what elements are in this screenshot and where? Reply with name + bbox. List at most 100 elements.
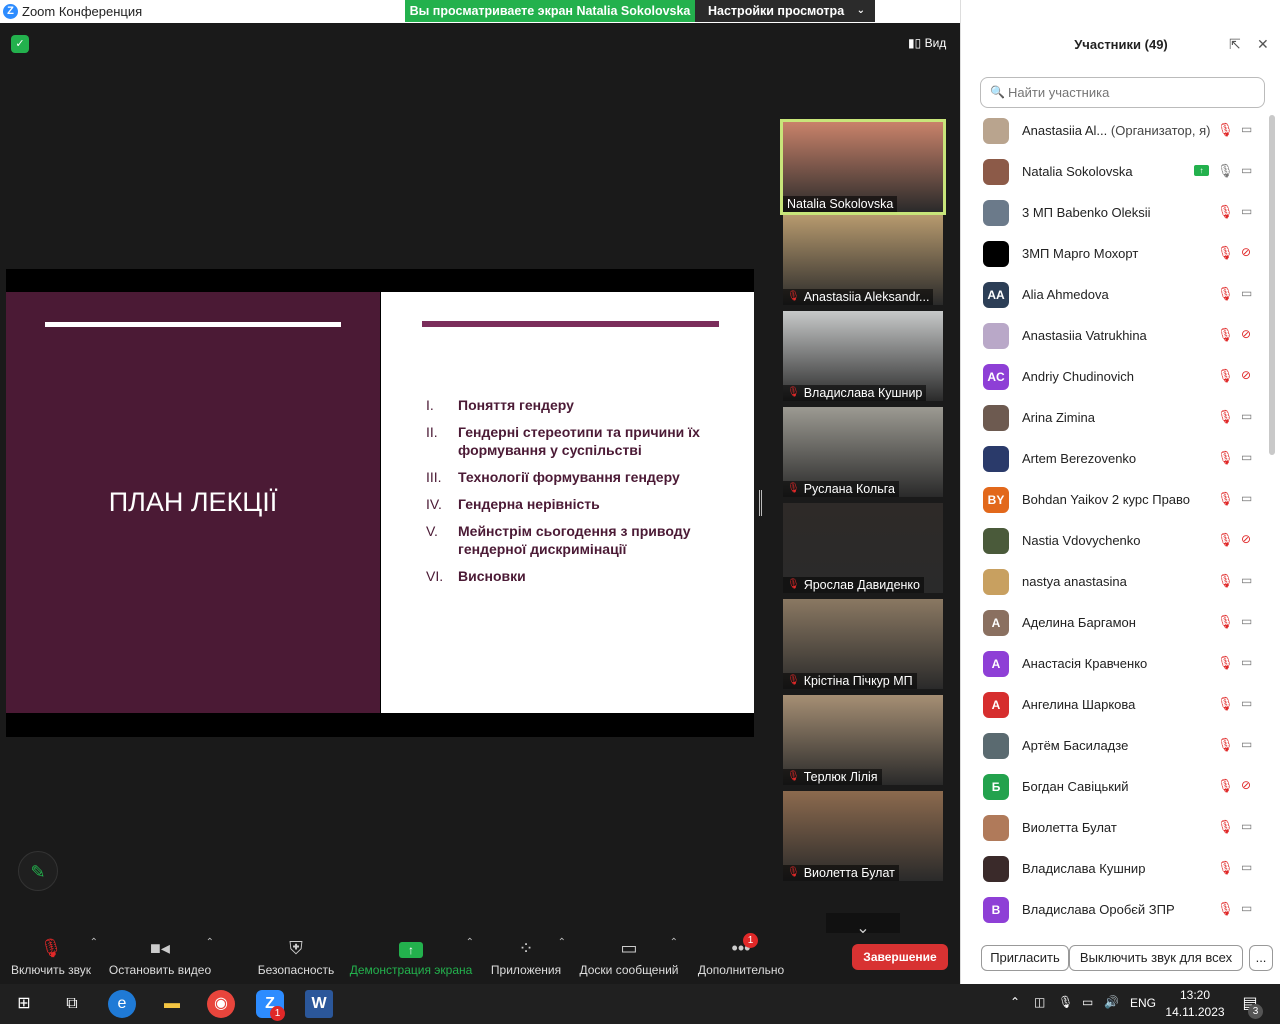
participant-row[interactable]: B Владислава Оробєй ЗПР 🎙 ▭ bbox=[961, 889, 1271, 930]
video-thumbnail[interactable]: 🎙 Владислава Кушнир bbox=[783, 311, 943, 401]
windows-start-icon[interactable]: ⊞ bbox=[10, 990, 38, 1018]
participant-row[interactable]: Anastasiia Al... (Организатор, я) 🎙 ▭ bbox=[961, 110, 1271, 151]
unmute-button[interactable]: 🎙 Включить звук ⌃ bbox=[8, 933, 98, 984]
show-hidden-icons-chevron-icon[interactable]: ⌃ bbox=[1010, 995, 1020, 1009]
video-thumbnail[interactable]: 🎙 Руслана Кольга bbox=[783, 407, 943, 497]
annotate-pencil-icon[interactable]: ✎ bbox=[18, 851, 58, 891]
video-off-icon[interactable]: ⊘ bbox=[1241, 532, 1251, 546]
popout-icon[interactable]: ⇱ bbox=[1229, 36, 1241, 53]
view-button[interactable]: ▮▯ Вид bbox=[908, 36, 946, 50]
chevron-up-icon[interactable]: ⌃ bbox=[90, 937, 98, 948]
video-camera-icon[interactable]: ▭ bbox=[1241, 614, 1252, 628]
video-thumbnail[interactable]: 🎙 Крістіна Пічкур МП bbox=[783, 599, 943, 689]
video-camera-icon[interactable]: ▭ bbox=[1241, 819, 1252, 833]
video-thumbnail[interactable]: 🎙 Терлюк Лілія bbox=[783, 695, 943, 785]
participant-row[interactable]: Anastasiia Vatrukhina 🎙 ⊘ bbox=[961, 315, 1271, 356]
participants-more-button[interactable]: ... bbox=[1249, 945, 1273, 971]
network-icon[interactable]: ▭ bbox=[1082, 995, 1093, 1009]
muted-mic-icon[interactable]: 🎙 bbox=[1217, 450, 1234, 466]
task-view-icon[interactable]: ⧉ bbox=[58, 990, 86, 1018]
video-camera-icon[interactable]: ▭ bbox=[1241, 450, 1252, 464]
muted-mic-icon[interactable]: 🎙 bbox=[1217, 286, 1234, 302]
muted-mic-icon[interactable]: 🎙 bbox=[1217, 778, 1234, 794]
participant-row[interactable]: Natalia Sokolovska ↑ 🎙 ▭ bbox=[961, 151, 1271, 192]
muted-mic-icon[interactable]: 🎙 bbox=[1217, 737, 1234, 753]
muted-mic-icon[interactable]: 🎙 bbox=[1217, 204, 1234, 220]
video-thumbnail[interactable]: 🎙 Виолетта Булат bbox=[783, 791, 943, 881]
apps-button[interactable]: ⁘ Приложения ⌃ bbox=[488, 933, 566, 984]
video-camera-icon[interactable]: ▭ bbox=[1241, 204, 1252, 218]
chrome-browser-icon[interactable]: ◉ bbox=[207, 990, 235, 1018]
view-settings-button[interactable]: Настройки просмотра ⌄ bbox=[695, 0, 875, 22]
chevron-up-icon[interactable]: ⌃ bbox=[206, 937, 214, 948]
meeting-tray-icon[interactable]: ◫ bbox=[1034, 995, 1045, 1009]
muted-mic-icon[interactable]: 🎙 bbox=[1217, 532, 1234, 548]
video-camera-icon[interactable]: ▭ bbox=[1241, 163, 1252, 177]
muted-mic-icon[interactable]: 🎙 bbox=[1217, 245, 1234, 261]
end-meeting-button[interactable]: Завершение bbox=[852, 944, 948, 970]
close-panel-icon[interactable]: ✕ bbox=[1257, 36, 1269, 53]
muted-mic-icon[interactable]: 🎙 bbox=[1217, 901, 1234, 917]
video-off-icon[interactable]: ⊘ bbox=[1241, 368, 1251, 382]
mute-all-button[interactable]: Выключить звук для всех bbox=[1069, 945, 1243, 971]
clock[interactable]: 13:20 14.11.2023 bbox=[1160, 987, 1230, 1021]
participant-row[interactable]: A Анастасія Кравченко 🎙 ▭ bbox=[961, 643, 1271, 684]
participant-row[interactable]: 3 МП Babenko Oleksii 🎙 ▭ bbox=[961, 192, 1271, 233]
video-off-icon[interactable]: ⊘ bbox=[1241, 327, 1251, 341]
participant-row[interactable]: Владислава Кушнир 🎙 ▭ bbox=[961, 848, 1271, 889]
microphone-tray-icon[interactable]: 🎙 bbox=[1058, 995, 1073, 1009]
encryption-shield-icon[interactable]: ✓ bbox=[11, 35, 29, 53]
video-camera-icon[interactable]: ▭ bbox=[1241, 696, 1252, 710]
participant-row[interactable]: AC Andriy Chudinovich 🎙 ⊘ bbox=[961, 356, 1271, 397]
muted-mic-icon[interactable]: 🎙 bbox=[1217, 819, 1234, 835]
video-camera-icon[interactable]: ▭ bbox=[1241, 491, 1252, 505]
stop-video-button[interactable]: ■◂ Остановить видео ⌃ bbox=[108, 933, 214, 984]
search-participant-input[interactable] bbox=[980, 77, 1265, 108]
participant-row[interactable]: nastya anastasina 🎙 ▭ bbox=[961, 561, 1271, 602]
muted-mic-icon[interactable]: 🎙 bbox=[1217, 327, 1234, 343]
muted-mic-icon[interactable]: 🎙 bbox=[1217, 368, 1234, 384]
participant-row[interactable]: Виолетта Булат 🎙 ▭ bbox=[961, 807, 1271, 848]
participant-row[interactable]: A Аделина Баргамон 🎙 ▭ bbox=[961, 602, 1271, 643]
video-camera-icon[interactable]: ▭ bbox=[1241, 286, 1252, 300]
chevron-up-icon[interactable]: ⌃ bbox=[670, 937, 678, 948]
video-camera-icon[interactable]: ▭ bbox=[1241, 737, 1252, 751]
share-screen-button[interactable]: ↑ Демонстрация экрана ⌃ bbox=[348, 933, 474, 984]
muted-mic-icon[interactable]: 🎙 bbox=[1217, 655, 1234, 671]
muted-mic-icon[interactable]: 🎙 bbox=[1217, 573, 1234, 589]
edge-browser-icon[interactable]: e bbox=[108, 990, 136, 1018]
video-thumbnail[interactable]: Natalia Sokolovska bbox=[780, 119, 946, 215]
video-camera-icon[interactable]: ▭ bbox=[1241, 122, 1252, 136]
video-thumbnail[interactable]: 🎙 Ярослав Давиденко bbox=[783, 503, 943, 593]
resize-handle[interactable] bbox=[759, 490, 762, 516]
volume-icon[interactable]: 🔊 bbox=[1104, 995, 1119, 1009]
whiteboards-button[interactable]: ▭ Доски сообщений ⌃ bbox=[576, 933, 682, 984]
video-off-icon[interactable]: ⊘ bbox=[1241, 778, 1251, 792]
participant-row[interactable]: BY Bohdan Yaikov 2 курс Право 🎙 ▭ bbox=[961, 479, 1271, 520]
chevron-up-icon[interactable]: ⌃ bbox=[558, 937, 566, 948]
video-camera-icon[interactable]: ▭ bbox=[1241, 901, 1252, 915]
participant-row[interactable]: A Ангелина Шаркова 🎙 ▭ bbox=[961, 684, 1271, 725]
file-explorer-icon[interactable]: ▬ bbox=[158, 990, 186, 1018]
muted-mic-icon[interactable]: 🎙 bbox=[1217, 860, 1234, 876]
video-camera-icon[interactable]: ▭ bbox=[1241, 573, 1252, 587]
language-indicator[interactable]: ENG bbox=[1130, 996, 1156, 1010]
video-camera-icon[interactable]: ▭ bbox=[1241, 409, 1252, 423]
video-camera-icon[interactable]: ▭ bbox=[1241, 860, 1252, 874]
mic-icon[interactable]: 🎙 bbox=[1217, 163, 1234, 179]
video-thumbnail[interactable]: 🎙 Anastasiia Aleksandr... bbox=[783, 215, 943, 305]
participants-scrollbar[interactable] bbox=[1269, 115, 1275, 455]
word-app-icon[interactable]: W bbox=[305, 990, 333, 1018]
muted-mic-icon[interactable]: 🎙 bbox=[1217, 122, 1234, 138]
muted-mic-icon[interactable]: 🎙 bbox=[1217, 491, 1234, 507]
video-off-icon[interactable]: ⊘ bbox=[1241, 245, 1251, 259]
muted-mic-icon[interactable]: 🎙 bbox=[1217, 696, 1234, 712]
participant-row[interactable]: Arina Zimina 🎙 ▭ bbox=[961, 397, 1271, 438]
participant-row[interactable]: Артём Басиладзе 🎙 ▭ bbox=[961, 725, 1271, 766]
more-button[interactable]: ••• Дополнительно 1 bbox=[694, 933, 788, 984]
participant-row[interactable]: Nastia Vdovychenko 🎙 ⊘ bbox=[961, 520, 1271, 561]
security-button[interactable]: ⛨ Безопасность bbox=[256, 933, 336, 984]
chevron-up-icon[interactable]: ⌃ bbox=[466, 937, 474, 948]
participant-row[interactable]: 3МП Марго Мохорт 🎙 ⊘ bbox=[961, 233, 1271, 274]
video-camera-icon[interactable]: ▭ bbox=[1241, 655, 1252, 669]
